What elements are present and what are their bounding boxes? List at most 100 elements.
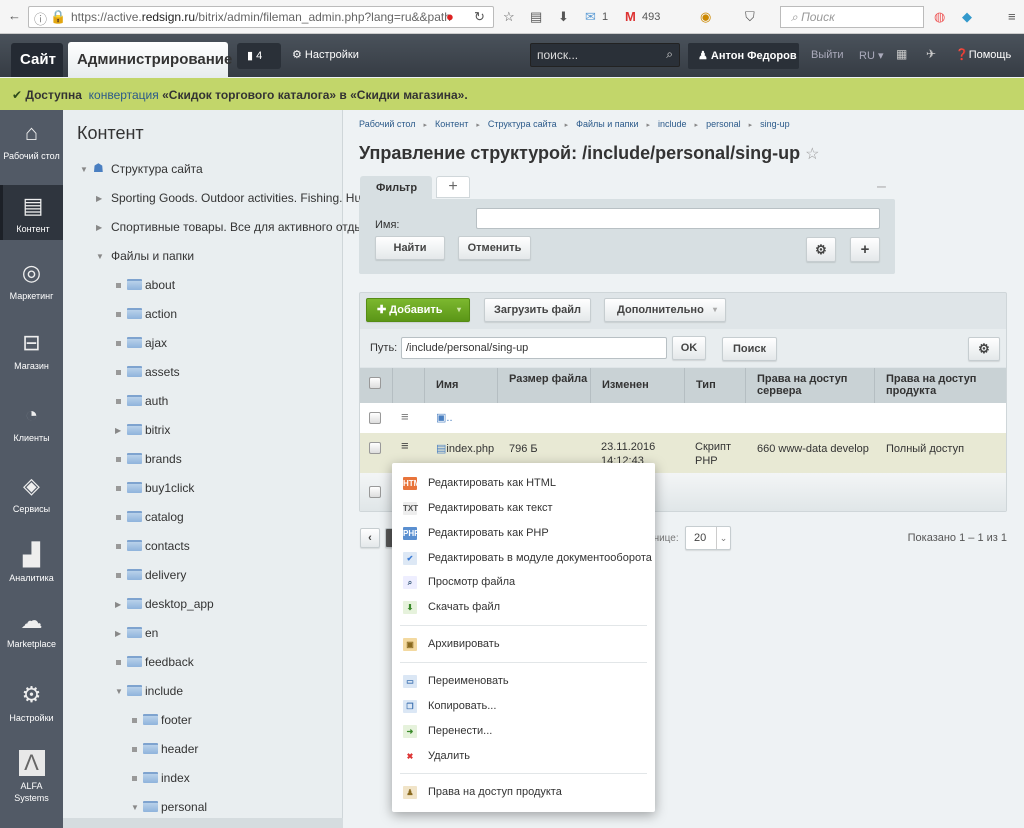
notifications-button[interactable]: ▮ 4 xyxy=(237,43,281,69)
filter-add-button[interactable]: + xyxy=(850,237,880,262)
site-tab[interactable]: Сайт xyxy=(11,43,63,77)
row-checkbox[interactable] xyxy=(369,412,381,424)
path-search-button[interactable]: Поиск xyxy=(722,337,777,361)
tree-item[interactable]: buy1click xyxy=(145,481,194,495)
info-icon[interactable]: ⓘ xyxy=(34,9,47,28)
tree-item[interactable]: Структура сайта xyxy=(111,162,203,176)
context-menu-item[interactable]: PHP Редактировать как PHP xyxy=(392,525,655,545)
breadcrumb-item[interactable]: Рабочий стол xyxy=(359,119,416,129)
breadcrumb-item[interactable]: include xyxy=(658,119,687,129)
prev-page-button[interactable]: ‹ xyxy=(360,528,380,548)
context-menu-item[interactable]: ⌕ Просмотр файла xyxy=(392,574,655,594)
folder-up-icon[interactable]: ▣.. xyxy=(436,411,453,425)
tree-item[interactable]: header xyxy=(161,742,198,756)
admin-search-input[interactable]: поиск... ⌕ xyxy=(530,43,680,67)
breadcrumb-item[interactable]: Файлы и папки xyxy=(576,119,638,129)
sidebar-item-alfa[interactable]: Λ ALFA Systems xyxy=(0,750,63,804)
column-header-type[interactable]: Тип xyxy=(685,368,746,403)
settings-link[interactable]: ⚙ Настройки xyxy=(292,48,359,61)
tree-selected-item[interactable] xyxy=(63,818,343,828)
tree-item[interactable]: brands xyxy=(145,452,182,466)
breadcrumb-item[interactable]: Структура сайта xyxy=(488,119,557,129)
sidebar-item-analytics[interactable]: ▟ Аналитика xyxy=(0,542,63,584)
list-settings-button[interactable]: ⚙ xyxy=(968,337,1000,361)
filter-tab[interactable]: Фильтр xyxy=(360,176,432,200)
tree-item[interactable]: about xyxy=(145,278,175,292)
chrome-icon[interactable]: ◍ xyxy=(934,9,945,25)
cancel-button[interactable]: Отменить xyxy=(458,236,531,260)
path-ok-button[interactable]: OK xyxy=(672,336,706,360)
upload-file-button[interactable]: Загрузить файл xyxy=(484,298,591,322)
context-menu-item[interactable]: ⬇ Скачать файл xyxy=(392,599,655,619)
file-name[interactable]: index.php xyxy=(446,443,494,455)
collapse-arrow-icon[interactable]: ▼ xyxy=(115,687,123,696)
globe-icon[interactable]: ◆ xyxy=(962,9,972,25)
tree-item[interactable]: desktop_app xyxy=(145,597,214,611)
add-filter-tab-button[interactable]: + xyxy=(436,176,470,198)
context-menu-item[interactable]: ❐ Копировать... xyxy=(392,698,655,718)
context-menu-item[interactable]: HTM Редактировать как HTML xyxy=(392,475,655,495)
parent-dir-link[interactable]: .. xyxy=(446,412,452,424)
collapse-arrow-icon[interactable]: ▼ xyxy=(96,252,104,261)
menu-icon[interactable]: ≡ xyxy=(1008,9,1016,24)
user-button[interactable]: ♟ Антон Федоров xyxy=(688,43,799,69)
tree-item[interactable]: auth xyxy=(145,394,168,408)
find-button[interactable]: Найти xyxy=(375,236,445,260)
column-header-modified[interactable]: Изменен xyxy=(591,368,685,403)
tree-item[interactable]: contacts xyxy=(145,539,190,553)
context-menu-item[interactable]: ✖ Удалить xyxy=(392,748,655,768)
collapse-arrow-icon[interactable]: ▼ xyxy=(131,803,139,812)
clipboard-icon[interactable]: ▤ xyxy=(530,9,542,25)
context-menu-item[interactable]: TXT Редактировать как текст xyxy=(392,500,655,520)
path-input[interactable] xyxy=(401,337,667,359)
expand-arrow-icon[interactable]: ▶ xyxy=(115,629,121,638)
address-bar[interactable]: https://active.redsign.ru/bitrix/admin/f… xyxy=(28,6,494,28)
tree-item[interactable]: en xyxy=(145,626,158,640)
breadcrumb-item[interactable]: Контент xyxy=(435,119,468,129)
tree-item[interactable]: ajax xyxy=(145,336,167,350)
breadcrumb-item[interactable]: sing-up xyxy=(760,119,790,129)
expand-arrow-icon[interactable]: ▶ xyxy=(115,600,121,609)
tree-item[interactable]: footer xyxy=(161,713,192,727)
search-icon[interactable]: ⌕ xyxy=(666,47,673,62)
tree-item[interactable]: bitrix xyxy=(145,423,170,437)
tree-item[interactable]: catalog xyxy=(145,510,184,524)
pin-icon[interactable]: ✈ xyxy=(926,47,936,61)
row-checkbox[interactable] xyxy=(369,442,381,454)
download-icon[interactable]: ⬇ xyxy=(558,9,569,25)
tree-item[interactable]: action xyxy=(145,307,177,321)
column-header-size[interactable]: Размер файла xyxy=(498,368,591,403)
context-menu-item[interactable]: ✔ Редактировать в модуле документооборота xyxy=(392,550,655,570)
adblock-icon[interactable]: ● xyxy=(446,9,454,24)
tree-item[interactable]: Файлы и папки xyxy=(111,249,194,263)
context-menu-item[interactable]: ▭ Переименовать xyxy=(392,673,655,693)
filter-settings-button[interactable]: ⚙ xyxy=(806,237,836,262)
favorite-star-icon[interactable]: ☆ xyxy=(805,146,819,163)
sidebar-item-services[interactable]: ◈ Сервисы xyxy=(0,473,63,515)
bookmark-star-icon[interactable]: ☆ xyxy=(503,9,515,25)
row-menu-icon[interactable]: ≡ xyxy=(401,409,409,424)
alert-link[interactable]: конвертация xyxy=(89,88,159,102)
breadcrumb-item[interactable]: personal xyxy=(706,119,741,129)
sidebar-item-desktop[interactable]: ⌂ Рабочий стол xyxy=(0,120,63,180)
logout-link[interactable]: Выйти xyxy=(811,49,844,61)
sidebar-item-shop[interactable]: ⊟ Магазин xyxy=(0,330,63,372)
browser-search[interactable]: ⌕ Поиск xyxy=(780,6,924,28)
column-header-name[interactable]: Имя xyxy=(425,368,498,403)
collapse-arrow-icon[interactable]: ▼ xyxy=(80,165,88,174)
tree-item[interactable]: assets xyxy=(145,365,180,379)
tree-item[interactable]: personal xyxy=(161,800,207,814)
collapse-filter-button[interactable]: – xyxy=(877,178,886,196)
expand-arrow-icon[interactable]: ▶ xyxy=(96,194,102,203)
mail-icon[interactable]: ✉ xyxy=(585,9,596,25)
extension-icon[interactable]: ◉ xyxy=(700,9,711,25)
row-menu-icon[interactable]: ≡ xyxy=(401,438,409,453)
context-menu-item[interactable]: ♟ Права на доступ продукта xyxy=(392,784,655,804)
tree-item[interactable]: include xyxy=(145,684,183,698)
column-header-server-rights[interactable]: Права на доступ сервера xyxy=(746,368,875,403)
admin-tab[interactable]: Администрирование xyxy=(68,42,232,78)
back-icon[interactable]: ← xyxy=(8,8,21,23)
context-menu-item[interactable]: ➜ Перенести... xyxy=(392,723,655,743)
tree-item[interactable]: index xyxy=(161,771,190,785)
per-page-select[interactable]: 20 ⌄ xyxy=(685,526,731,550)
